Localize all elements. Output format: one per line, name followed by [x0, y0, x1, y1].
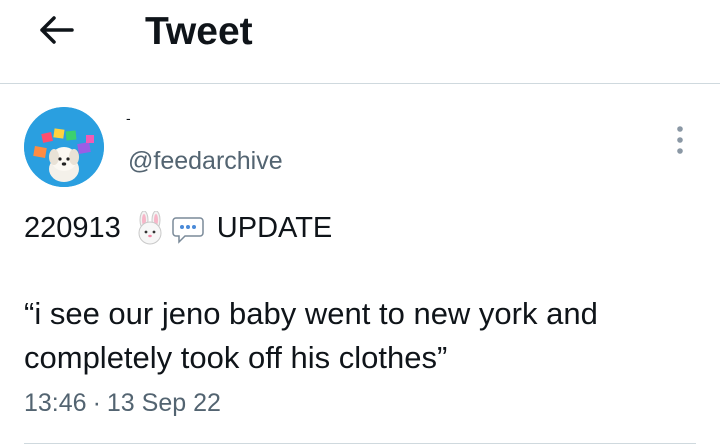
page-title: Tweet: [145, 10, 253, 53]
tweet-quote-line: “i see our jeno baby went to new york an…: [24, 296, 598, 331]
rabbit-face-emoji: [138, 211, 162, 245]
more-options-button[interactable]: [666, 124, 694, 156]
dream-logo-puppy-avatar: [24, 107, 104, 187]
tweet-date: 13 Sep 22: [106, 389, 221, 417]
tweet-date-code: 220913: [24, 211, 121, 244]
tweet-time: 13:46: [24, 389, 87, 417]
tweet-update-tag: UPDATE: [216, 211, 333, 244]
arrow-left-icon: [40, 16, 74, 44]
timestamp-separator: ·: [92, 389, 101, 417]
more-vertical-icon: [677, 126, 683, 154]
tweet-timestamp[interactable]: 13:46 · 13 Sep 22: [24, 388, 221, 418]
speech-bubble-emoji: [172, 217, 204, 244]
tweet-first-line: 220913 UPDATE: [24, 208, 694, 248]
back-button[interactable]: [36, 12, 76, 48]
tweet-quote: “i see our jeno baby went to new york an…: [24, 292, 694, 380]
avatar[interactable]: [24, 107, 104, 187]
user-handle[interactable]: @feedarchive: [128, 146, 283, 176]
top-bar: Tweet: [0, 0, 720, 84]
tweet-text: 220913 UPDATE “i see our jeno baby went …: [24, 208, 694, 380]
divider: [24, 443, 696, 444]
display-name[interactable]: -: [126, 110, 131, 126]
tweet-quote-line: completely took off his clothes”: [24, 340, 448, 375]
